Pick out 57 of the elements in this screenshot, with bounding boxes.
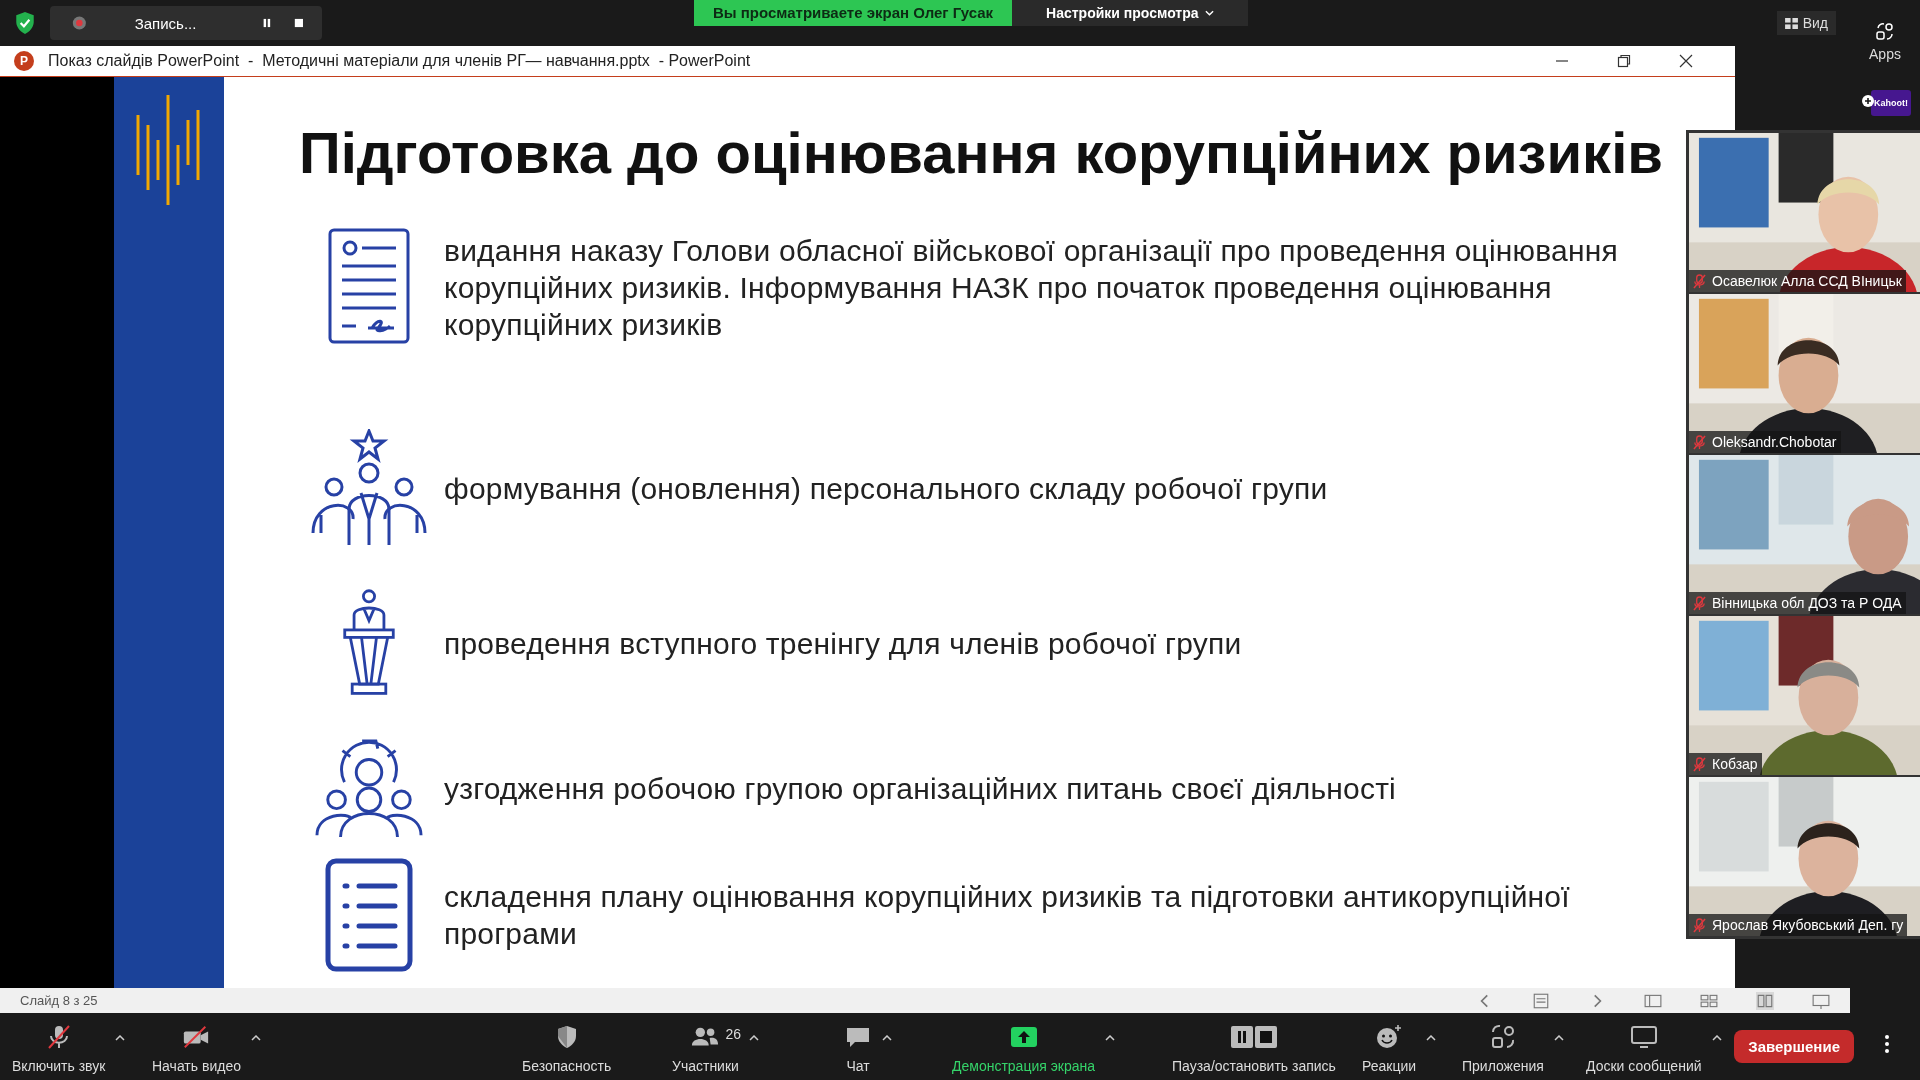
reactions-button[interactable]: Реакции xyxy=(1358,1016,1421,1080)
apps-button[interactable]: Приложения xyxy=(1458,1016,1548,1080)
stop-icon[interactable] xyxy=(294,17,304,29)
chat-button[interactable]: Чат xyxy=(840,1016,876,1080)
view-options-button[interactable]: Настройки просмотра xyxy=(1012,0,1248,26)
recording-label: Запись... xyxy=(134,14,197,32)
view-button[interactable]: Вид xyxy=(1776,11,1836,35)
slide-bullet-text: складення плану оцінювання корупційних ризиків та підготовки антикорупційної програми xyxy=(444,879,1571,952)
participant-name: Осавелюк Алла ССД ВІницьк xyxy=(1712,273,1902,289)
team-icon xyxy=(309,429,429,547)
slide-bullet-text: видання наказу Голови обласної військової організації про проведення оцінювання корупційних ризиків. Інформування НАЗК про початок проведення оцінювання корупційних ризиків xyxy=(444,233,1619,343)
reading-view-icon[interactable] xyxy=(1756,991,1774,1010)
caret-icon[interactable] xyxy=(1426,1034,1437,1041)
record-button[interactable]: Пауза/остановить запись xyxy=(1168,1016,1340,1080)
slide-bullet-text: проведення вступного тренінгу для членів робочої групи xyxy=(444,625,1243,662)
video-button[interactable]: Начать видео xyxy=(148,1016,245,1080)
close-icon[interactable] xyxy=(1679,54,1693,68)
caret-icon[interactable] xyxy=(115,1034,126,1041)
participant-count: 26 xyxy=(725,1025,741,1042)
document-icon xyxy=(328,228,410,344)
participants-button[interactable]: 26 Участники xyxy=(668,1016,743,1080)
kahoot-app-icon[interactable]: Kahoot! xyxy=(1871,90,1911,116)
apps-icon xyxy=(1875,22,1895,42)
slide-bullet-text: узгодження робочою групою організаційних питань своєї діяльності xyxy=(444,770,1397,807)
chevron-down-icon xyxy=(1204,10,1214,16)
slide-title: Підготовка до оцінювання корупційних ризиків xyxy=(299,119,1664,186)
slide-counter: Слайд 8 з 25 xyxy=(20,993,98,1008)
security-button[interactable]: Безопасность xyxy=(518,1016,616,1080)
end-meeting-button[interactable]: Завершение xyxy=(1734,1030,1854,1063)
participant-name: Oleksandr.Chobotar xyxy=(1712,434,1837,450)
grid-icon xyxy=(1784,17,1798,29)
people-gear-icon xyxy=(315,736,423,840)
record-icon xyxy=(72,14,87,32)
sharing-banner: Вы просматриваете экран Олег Гусак xyxy=(694,0,1013,26)
notes-icon[interactable] xyxy=(1532,991,1550,1010)
more-icon[interactable] xyxy=(1885,1035,1889,1053)
slide-bullet-text: формування (оновлення) персонального складу робочої групи xyxy=(444,470,1329,507)
security-shield-icon[interactable] xyxy=(14,11,36,35)
caret-icon[interactable] xyxy=(250,1034,261,1041)
pause-icon[interactable] xyxy=(262,17,273,29)
restore-icon[interactable] xyxy=(1617,54,1631,68)
caret-icon[interactable] xyxy=(1105,1034,1116,1041)
participant-name: Ярослав Якубовський Деп. гу xyxy=(1712,917,1904,933)
checklist-icon xyxy=(325,858,413,972)
caret-icon[interactable] xyxy=(882,1034,892,1041)
smiley-icon xyxy=(1375,1022,1404,1051)
caret-icon[interactable] xyxy=(748,1034,759,1041)
window-title: Показ слайдів PowerPoint - Методичні матеріали для членів РГ— навчання.pptx - PowerPoint xyxy=(48,52,751,70)
share-button[interactable]: Демонстрация экрана xyxy=(948,1016,1100,1080)
apps-button[interactable]: Apps xyxy=(1869,22,1901,62)
caret-icon[interactable] xyxy=(1553,1034,1564,1041)
whiteboards-button[interactable]: Доски сообщений xyxy=(1582,1016,1706,1080)
participant-name: Вінницька обл ДОЗ та Р ОДА xyxy=(1712,595,1902,611)
participant-name: Кобзар xyxy=(1712,756,1758,772)
mic-button[interactable]: Включить звук xyxy=(8,1016,110,1080)
caret-icon[interactable] xyxy=(1711,1034,1722,1041)
app-logo: P xyxy=(14,51,34,71)
